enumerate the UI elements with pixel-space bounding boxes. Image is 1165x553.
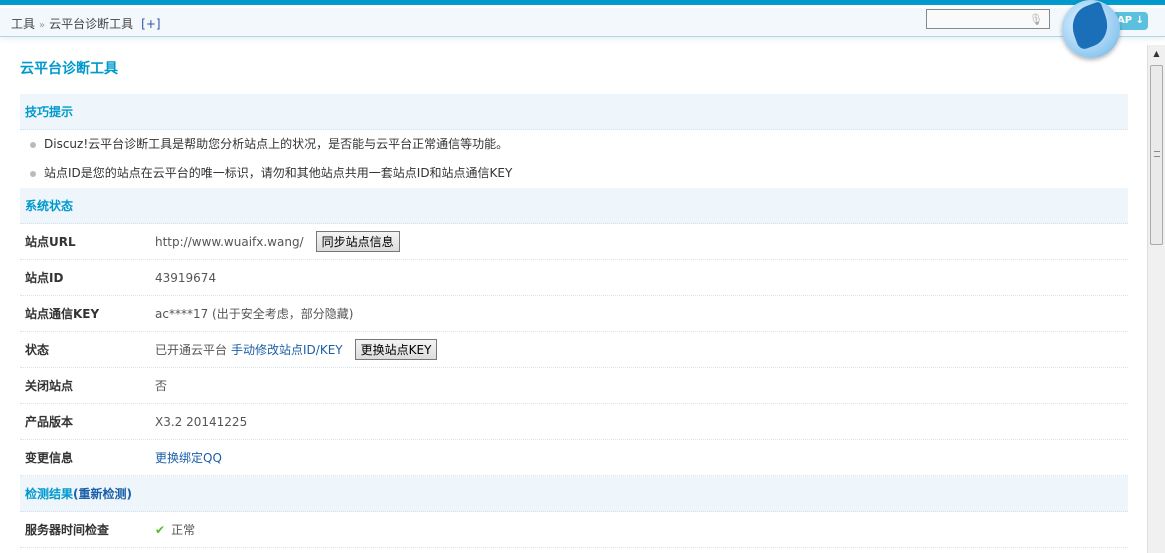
- product-version: X3.2 20141225: [155, 414, 248, 429]
- table-row: 站点通信KEY ac****17 (出于安全考虑，部分隐藏): [20, 296, 1128, 332]
- tips-header: 技巧提示: [20, 94, 1128, 130]
- scrollbar[interactable]: ▲: [1147, 45, 1165, 553]
- main-content: 云平台诊断工具 技巧提示 Discuz!云平台诊断工具是帮助您分析站点上的状况，…: [20, 45, 1128, 548]
- result-value: 正常: [171, 523, 196, 537]
- table-row: 状态 已开通云平台 手动修改站点ID/KEY 更换站点KEY: [20, 332, 1128, 368]
- site-closed-value: 否: [155, 379, 168, 393]
- table-row: 站点ID 43919674: [20, 260, 1128, 296]
- table-row: 服务器时间检查 ✔ 正常: [20, 512, 1128, 548]
- scrollbar-thumb[interactable]: [1150, 65, 1163, 245]
- row-label: 产品版本: [25, 415, 74, 429]
- breadcrumb: 工具 » 云平台诊断工具 [+]: [11, 15, 161, 32]
- header-bar: 工具» 云平台诊断工具 [+] 🎙 AP ↓: [0, 0, 1165, 58]
- table-row: 站点URL http://www.wuaifx.wang/同步站点信息: [20, 224, 1128, 260]
- add-shortcut-link[interactable]: [+]: [141, 17, 160, 31]
- status-value: 已开通云平台: [155, 343, 228, 357]
- edit-site-id-key-link[interactable]: 手动修改站点ID/KEY: [231, 341, 343, 358]
- site-key: ac****17 (出于安全考虑，部分隐藏): [155, 307, 354, 321]
- breadcrumb-current: 云平台诊断工具: [49, 17, 134, 31]
- breadcrumb-root[interactable]: 工具: [11, 17, 35, 31]
- scroll-up-icon[interactable]: ▲: [1148, 45, 1165, 63]
- system-status-header: 系统状态: [20, 188, 1128, 224]
- change-bound-qq-link[interactable]: 更换绑定QQ: [155, 449, 222, 466]
- row-label: 站点ID: [25, 271, 64, 285]
- site-url: http://www.wuaifx.wang/: [155, 234, 304, 249]
- table-row: 产品版本 X3.2 20141225: [20, 404, 1128, 440]
- sync-site-info-button[interactable]: 同步站点信息: [315, 231, 400, 252]
- tip-item: 站点ID是您的站点在云平台的唯一标识，请勿和其他站点共用一套站点ID和站点通信K…: [20, 159, 1128, 188]
- breadcrumb-separator-icon: »: [39, 20, 46, 31]
- results-title: 检测结果: [25, 487, 74, 501]
- table-row: 变更信息 更换绑定QQ: [20, 440, 1128, 476]
- row-label: 变更信息: [25, 451, 74, 465]
- table-row: 关闭站点 否: [20, 368, 1128, 404]
- microphone-icon[interactable]: 🎙: [1029, 13, 1043, 26]
- tip-item: Discuz!云平台诊断工具是帮助您分析站点上的状况，是否能与云平台正常通信等功…: [20, 130, 1128, 159]
- row-label: 关闭站点: [25, 379, 74, 393]
- recheck-link[interactable]: (重新检测): [73, 487, 132, 501]
- checkmark-icon: ✔: [155, 522, 166, 537]
- site-id: 43919674: [155, 270, 217, 285]
- row-label: 状态: [25, 343, 50, 357]
- results-header: 检测结果(重新检测): [20, 476, 1128, 512]
- row-label: 站点URL: [25, 235, 76, 249]
- search-input[interactable]: 🎙: [926, 9, 1050, 29]
- top-accent-bar: [0, 0, 1165, 5]
- page-title: 云平台诊断工具: [20, 61, 118, 77]
- change-site-key-button[interactable]: 更换站点KEY: [354, 339, 438, 360]
- row-label: 站点通信KEY: [25, 307, 100, 321]
- row-label: 服务器时间检查: [25, 523, 110, 537]
